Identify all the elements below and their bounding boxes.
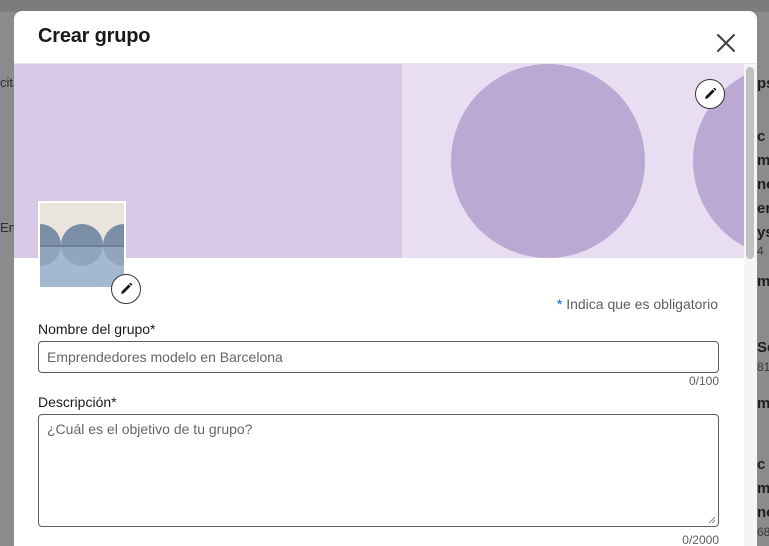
background-text-fragment: 4 [757, 244, 764, 258]
background-text-fragment: ys [757, 224, 769, 241]
background-text-fragment: mi [757, 395, 769, 412]
description-counter: 0/2000 [682, 533, 719, 546]
background-text-fragment: ps [757, 75, 769, 92]
group-name-input[interactable]: Emprendedores modelo en Barcelona [38, 341, 719, 373]
create-group-dialog: Crear grupo * Indica que es obligatorio … [14, 11, 757, 546]
background-text-fragment: no [757, 504, 769, 521]
background-text-fragment: no [757, 176, 769, 193]
edit-logo-button[interactable] [111, 274, 141, 304]
pencil-icon [705, 87, 717, 99]
background-text-fragment: c [757, 456, 766, 473]
edit-banner-button[interactable] [695, 79, 725, 109]
background-text-fragment: 68 [757, 525, 769, 539]
background-text-fragment: Se [757, 339, 769, 356]
background-text-fragment: era [757, 200, 769, 217]
group-name-counter: 0/100 [688, 374, 719, 388]
resize-handle-icon[interactable] [708, 516, 716, 524]
description-textarea[interactable]: ¿Cuál es el objetivo de tu grupo? [38, 414, 719, 527]
close-icon [717, 34, 735, 52]
dialog-header: Crear grupo [14, 11, 757, 64]
background-text-fragment: mi [757, 152, 769, 169]
dialog-scrollbar-thumb[interactable] [746, 67, 754, 259]
description-placeholder: ¿Cuál es el objetivo de tu grupo? [47, 421, 253, 437]
close-button[interactable] [710, 27, 742, 59]
background-right-column: ps c mi no era ys 4 mi Se 813 mi c mi no… [757, 12, 769, 546]
group-name-label: Nombre del grupo* [38, 321, 156, 337]
background-text-fragment: c [757, 128, 766, 145]
dialog-title: Crear grupo [38, 25, 151, 47]
background-text-fragment: mi [757, 273, 769, 290]
required-note-text: Indica que es obligatorio [562, 296, 718, 312]
banner-circle [451, 64, 645, 258]
background-text-fragment: mi [757, 480, 769, 497]
background-text-fragment: 813 [757, 360, 769, 374]
group-name-placeholder: Emprendedores modelo en Barcelona [47, 349, 283, 365]
group-logo-image [38, 201, 126, 289]
dialog-body: * Indica que es obligatorio Nombre del g… [14, 64, 757, 546]
background-left-column: cita En [0, 12, 20, 546]
required-fields-note: * Indica que es obligatorio [434, 296, 718, 312]
pencil-icon [121, 282, 133, 294]
description-label: Descripción* [38, 394, 117, 410]
